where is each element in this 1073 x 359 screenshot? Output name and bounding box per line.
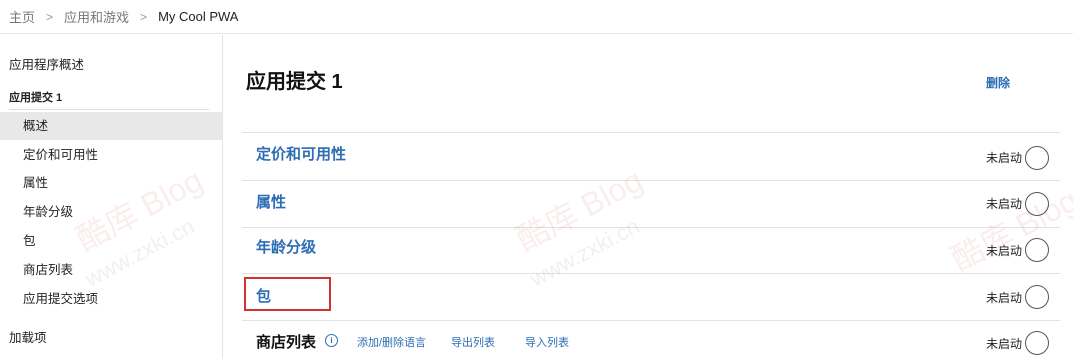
- row-divider: [242, 320, 1060, 321]
- status-text: 未启动: [986, 197, 1023, 211]
- add-remove-language-link[interactable]: 添加/删除语言: [357, 334, 426, 350]
- status-text: 未启动: [986, 337, 1023, 351]
- breadcrumb-current: My Cool PWA: [158, 9, 239, 24]
- status-text: 未启动: [986, 151, 1023, 165]
- row-properties-link[interactable]: 属性: [256, 191, 286, 212]
- status-text: 未启动: [986, 291, 1023, 305]
- sidebar-item-age-ratings[interactable]: 年龄分级: [0, 198, 222, 226]
- row-divider: [242, 180, 1060, 181]
- breadcrumb: 主页 > 应用和游戏 > My Cool PWA: [0, 0, 1073, 34]
- breadcrumb-apps-games[interactable]: 应用和游戏: [64, 7, 129, 26]
- status-circle-icon: [1025, 285, 1049, 309]
- sidebar-item-properties[interactable]: 属性: [0, 169, 222, 197]
- sidebar-item-packages[interactable]: 包: [0, 227, 222, 255]
- row-packages-link[interactable]: 包: [256, 285, 271, 306]
- sidebar-divider: [9, 109, 209, 110]
- breadcrumb-home[interactable]: 主页: [9, 7, 35, 26]
- row-age-ratings-link[interactable]: 年龄分级: [256, 236, 316, 257]
- chevron-right-icon: >: [140, 9, 148, 24]
- sidebar-section-submission[interactable]: 应用提交 1: [9, 89, 62, 105]
- sidebar-item-store-listings[interactable]: 商店列表: [0, 256, 222, 284]
- status-circle-icon: [1025, 192, 1049, 216]
- delete-button[interactable]: 删除: [986, 74, 1010, 91]
- row-divider: [242, 227, 1060, 228]
- status-circle-icon: [1025, 331, 1049, 355]
- sidebar-item-submission-options[interactable]: 应用提交选项: [0, 285, 222, 313]
- row-pricing-link[interactable]: 定价和可用性: [256, 143, 346, 164]
- status-circle-icon: [1025, 146, 1049, 170]
- sidebar-item-addons[interactable]: 加载项: [9, 327, 47, 346]
- sidebar-item-overview[interactable]: 概述: [0, 112, 222, 140]
- row-divider: [242, 273, 1060, 274]
- chevron-right-icon: >: [46, 9, 54, 24]
- row-divider: [242, 132, 1060, 133]
- sidebar-item-pricing[interactable]: 定价和可用性: [0, 141, 222, 169]
- status-text: 未启动: [986, 244, 1023, 258]
- row-store-listings-title[interactable]: 商店列表: [256, 331, 316, 352]
- page-title: 应用提交 1: [246, 71, 343, 93]
- import-list-link[interactable]: 导入列表: [525, 334, 569, 350]
- sidebar-item-app-overview[interactable]: 应用程序概述: [9, 54, 84, 73]
- status-circle-icon: [1025, 238, 1049, 262]
- sidebar: 应用程序概述 应用提交 1 概述 定价和可用性 属性 年龄分级 包 商店列表 应…: [0, 35, 223, 359]
- main-content: 应用提交 1 删除 定价和可用性 未启动 属性 未启动 年龄分级 未启动 包 未…: [224, 35, 1073, 359]
- export-list-link[interactable]: 导出列表: [451, 334, 495, 350]
- info-icon[interactable]: i: [325, 334, 338, 347]
